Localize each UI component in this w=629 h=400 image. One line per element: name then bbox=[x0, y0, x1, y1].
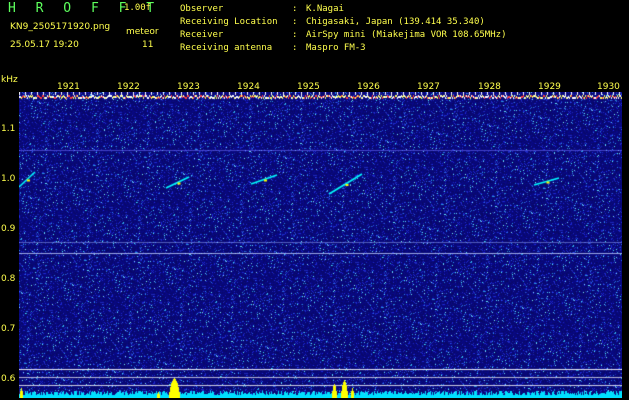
info-key: Receiver bbox=[180, 30, 224, 40]
info-row-location: Receiving Location: Chigasaki, Japan (139… bbox=[180, 17, 485, 27]
y-tick-label: 0.7 bbox=[1, 324, 16, 334]
timestamp: 25.05.17 19:20 bbox=[10, 40, 79, 50]
y-tick-label: 0.6 bbox=[1, 374, 16, 384]
spectrogram-canvas bbox=[19, 92, 622, 398]
x-tick-label: 1926 bbox=[357, 82, 380, 92]
x-tick-label: 1925 bbox=[297, 82, 320, 92]
y-tick-label: 1.1 bbox=[1, 124, 16, 134]
x-tick-label: 1928 bbox=[478, 82, 501, 92]
info-value: Maspro FM-3 bbox=[306, 43, 366, 53]
y-axis-unit: kHz bbox=[1, 75, 18, 85]
mode-label: meteor bbox=[126, 27, 159, 37]
info-value: Chigasaki, Japan (139.414 35.340) bbox=[306, 17, 485, 27]
y-tick-label: 0.9 bbox=[1, 224, 16, 234]
meteor-count: 11 bbox=[142, 40, 154, 50]
x-tick-label: 1930 bbox=[597, 82, 620, 92]
info-row-receiver: Receiver: AirSpy mini (Miakejima VOR 108.… bbox=[180, 30, 507, 40]
info-key: Observer bbox=[180, 4, 224, 14]
info-key: Receiving antenna bbox=[180, 43, 273, 53]
x-tick-label: 1921 bbox=[57, 82, 80, 92]
x-tick-label: 1923 bbox=[177, 82, 200, 92]
info-row-antenna: Receiving antenna: Maspro FM-3 bbox=[180, 43, 366, 53]
info-row-observer: Observer: K.Nagai bbox=[180, 4, 344, 14]
station-info: Observer: K.Nagai Receiving Location: Chig… bbox=[180, 3, 506, 55]
version-label: 1.00f bbox=[124, 3, 152, 13]
file-name: KN9_2505171920.png bbox=[10, 22, 111, 32]
x-tick-label: 1924 bbox=[237, 82, 260, 92]
x-tick-label: 1922 bbox=[117, 82, 140, 92]
info-value: K.Nagai bbox=[306, 4, 344, 14]
x-tick-label: 1929 bbox=[538, 82, 561, 92]
info-value: AirSpy mini (Miakejima VOR 108.65MHz) bbox=[306, 30, 507, 40]
y-tick-label: 0.8 bbox=[1, 274, 16, 284]
info-key: Receiving Location bbox=[180, 17, 278, 27]
y-tick-label: 1.0 bbox=[1, 174, 16, 184]
x-tick-label: 1927 bbox=[417, 82, 440, 92]
